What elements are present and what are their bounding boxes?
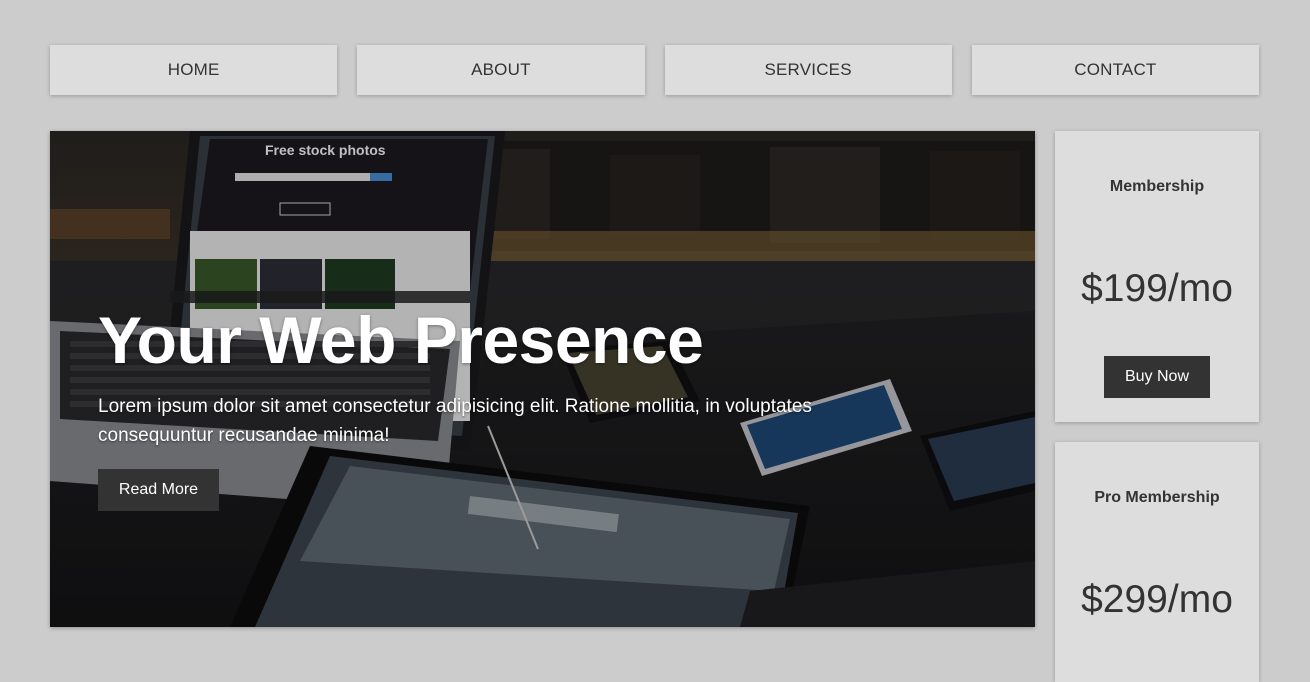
nav-item-about[interactable]: ABOUT [357, 45, 645, 95]
nav-item-home[interactable]: HOME [50, 45, 338, 95]
card-price: $299/mo [1081, 578, 1233, 621]
read-more-button[interactable]: Read More [98, 469, 219, 511]
card-title: Pro Membership [1094, 489, 1220, 506]
card-price: $199/mo [1081, 267, 1233, 310]
card-title: Membership [1109, 178, 1205, 195]
nav-item-services[interactable]: SERVICES [664, 45, 952, 95]
hero-showcase: Free stock photos Your Web Presence Lore… [50, 131, 1035, 627]
pro-membership-card: Pro Membership $299/mo [1055, 442, 1259, 682]
hero-overlay [50, 131, 1035, 627]
hero-title: Your Web Presence [98, 303, 704, 377]
hero-description: Lorem ipsum dolor sit amet consectetur a… [98, 396, 812, 446]
main-nav: HOME ABOUT SERVICES CONTACT [50, 45, 1259, 95]
nav-item-contact[interactable]: CONTACT [971, 45, 1259, 95]
buy-now-button[interactable]: Buy Now [1104, 356, 1210, 398]
membership-card: Membership $199/mo Buy Now [1055, 131, 1259, 422]
